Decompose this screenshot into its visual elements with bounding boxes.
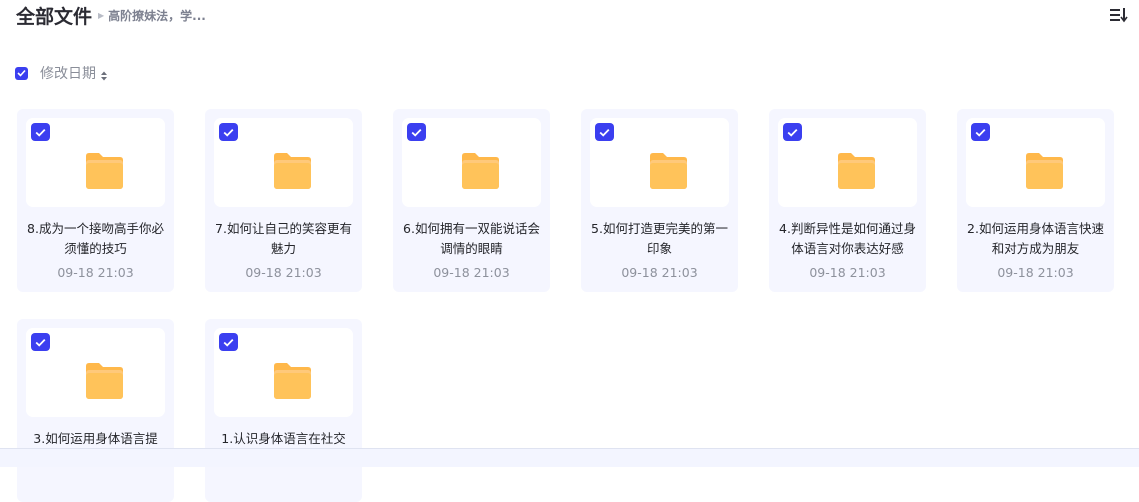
file-card[interactable]: 1.认识身体语言在社交 <box>205 319 362 502</box>
view-mode-toggle-icon[interactable] <box>1109 5 1131 25</box>
file-name[interactable]: 4.判断异性是如何通过身体语言对你表达好感 <box>777 219 918 259</box>
file-checkbox[interactable] <box>31 123 50 141</box>
file-card[interactable]: 8.成为一个接吻高手你必须懂的技巧 09-18 21:03 <box>17 109 174 292</box>
file-checkbox[interactable] <box>219 123 238 141</box>
folder-icon <box>835 151 878 191</box>
file-name[interactable]: 1.认识身体语言在社交 <box>213 429 354 449</box>
file-card[interactable]: 5.如何打造更完美的第一印象 09-18 21:03 <box>581 109 738 292</box>
file-checkbox[interactable] <box>783 123 802 141</box>
file-modified-date: 09-18 21:03 <box>433 265 510 280</box>
file-modified-date: 09-18 21:03 <box>57 265 134 280</box>
sort-arrows-icon[interactable] <box>100 67 108 81</box>
file-card[interactable]: 3.如何运用身体语言提 <box>17 319 174 502</box>
file-name[interactable]: 6.如何拥有一双能说话会调情的眼睛 <box>401 219 542 259</box>
header: 全部文件 ▶ 高阶撩妹法，学... <box>16 0 206 30</box>
breadcrumb-separator-icon: ▶ <box>98 10 105 20</box>
sort-bar: 修改日期 <box>15 64 108 82</box>
breadcrumb[interactable]: 高阶撩妹法，学... <box>108 7 206 24</box>
file-modified-date: 09-18 21:03 <box>997 265 1074 280</box>
file-checkbox[interactable] <box>971 123 990 141</box>
file-name[interactable]: 7.如何让自己的笑容更有魅力 <box>213 219 354 259</box>
folder-icon <box>459 151 502 191</box>
file-name[interactable]: 3.如何运用身体语言提 <box>25 429 166 449</box>
select-all-checkbox[interactable] <box>15 66 28 80</box>
folder-icon <box>83 151 126 191</box>
file-modified-date: 09-18 21:03 <box>245 265 322 280</box>
file-checkbox[interactable] <box>31 333 50 351</box>
file-name[interactable]: 5.如何打造更完美的第一印象 <box>589 219 730 259</box>
folder-icon <box>271 361 314 401</box>
folder-icon <box>83 361 126 401</box>
file-modified-date: 09-18 21:03 <box>621 265 698 280</box>
file-name[interactable]: 2.如何运用身体语言快速和对方成为朋友 <box>965 219 1106 259</box>
file-card[interactable]: 4.判断异性是如何通过身体语言对你表达好感 09-18 21:03 <box>769 109 926 292</box>
bottom-status-bar <box>0 448 1139 467</box>
file-checkbox[interactable] <box>407 123 426 141</box>
file-name[interactable]: 8.成为一个接吻高手你必须懂的技巧 <box>25 219 166 259</box>
file-modified-date: 09-18 21:03 <box>809 265 886 280</box>
file-card[interactable]: 6.如何拥有一双能说话会调情的眼睛 09-18 21:03 <box>393 109 550 292</box>
folder-icon <box>271 151 314 191</box>
sort-by-modified-date[interactable]: 修改日期 <box>40 63 96 83</box>
page-title: 全部文件 <box>16 5 93 28</box>
folder-icon <box>647 151 690 191</box>
file-checkbox[interactable] <box>595 123 614 141</box>
file-checkbox[interactable] <box>219 333 238 351</box>
folder-icon <box>1023 151 1066 191</box>
file-card[interactable]: 7.如何让自己的笑容更有魅力 09-18 21:03 <box>205 109 362 292</box>
file-card[interactable]: 2.如何运用身体语言快速和对方成为朋友 09-18 21:03 <box>957 109 1114 292</box>
